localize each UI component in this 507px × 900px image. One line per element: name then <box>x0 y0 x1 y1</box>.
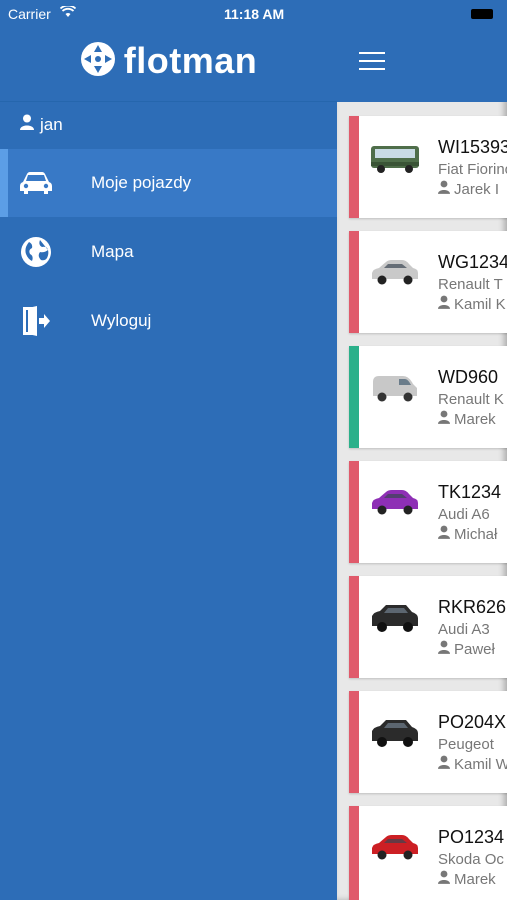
vehicle-driver: Marek <box>438 870 496 888</box>
user-icon <box>438 525 450 543</box>
menu-label: Wyloguj <box>91 311 152 330</box>
vehicle-driver: Jarek I <box>438 180 499 198</box>
vehicle-driver: Kamil K <box>438 295 506 313</box>
menu-label: Moje pojazdy <box>91 173 192 192</box>
user-icon <box>438 180 450 198</box>
user-icon <box>438 755 450 773</box>
driver-name: Marek <box>454 870 496 888</box>
driver-name: Kamil W <box>454 755 507 773</box>
logo-compass-icon <box>80 41 116 82</box>
vehicle-plate: RKR626 <box>438 597 507 617</box>
vehicle-model: Skoda Oc <box>438 851 504 868</box>
vehicle-driver: Marek <box>438 410 496 428</box>
suv-icon <box>369 715 421 751</box>
user-icon <box>438 870 450 888</box>
menu-item-mapa[interactable]: Mapa <box>0 218 337 286</box>
vehicle-list-pane: WI15393 Fiat Fiorino Jarek I WG1234 Renault … <box>337 0 507 900</box>
vehicle-plate: PO204X <box>438 712 507 732</box>
vehicle-status-indicator <box>349 231 359 333</box>
driver-name: Paweł <box>454 640 495 658</box>
current-user: jan <box>20 114 63 135</box>
car-icon <box>369 255 421 291</box>
navigation-drawer: Carrier 11:18 AM flotman jan Moje pojazd… <box>0 0 337 900</box>
status-bar: Carrier 11:18 AM <box>0 0 337 28</box>
vehicle-plate: WD960 <box>438 367 499 387</box>
bus-icon <box>369 140 421 176</box>
menu-item-wyloguj[interactable]: Wyloguj <box>0 287 337 355</box>
vehicle-model: Peugeot <box>438 736 494 753</box>
driver-name: Marek <box>454 410 496 428</box>
vehicle-driver: Kamil W <box>438 755 507 773</box>
suv-icon <box>369 600 421 636</box>
user-icon <box>438 295 450 313</box>
wifi-icon <box>59 4 77 21</box>
vehicle-status-indicator <box>349 806 359 900</box>
vehicle-status-indicator <box>349 576 359 678</box>
vehicle-model: Fiat Fiorino <box>438 161 507 178</box>
header-divider <box>0 101 337 102</box>
driver-name: Jarek I <box>454 180 500 198</box>
vehicle-plate: WG1234 <box>438 252 507 272</box>
driver-name: Kamil K <box>454 295 506 313</box>
logo-text: flotman <box>123 40 258 81</box>
user-icon <box>438 410 450 428</box>
vehicle-card[interactable]: WG1234 Renault T Kamil K <box>349 231 507 333</box>
globe-icon <box>18 234 54 270</box>
hamburger-menu-icon[interactable] <box>359 52 385 72</box>
van-icon <box>369 370 421 406</box>
vehicle-card[interactable]: WD960 Renault K Marek <box>349 346 507 448</box>
vehicle-model: Audi A3 <box>438 621 490 638</box>
vehicle-card[interactable]: WI15393 Fiat Fiorino Jarek I <box>349 116 507 218</box>
vehicle-model: Renault K <box>438 391 504 408</box>
carrier-label: Carrier <box>8 6 51 22</box>
logout-icon <box>18 303 54 339</box>
clock: 11:18 AM <box>224 6 285 22</box>
vehicle-driver: Michał <box>438 525 497 543</box>
vehicle-card[interactable]: TK1234 Audi A6 Michał <box>349 461 507 563</box>
car-icon <box>18 165 54 201</box>
vehicle-plate: PO1234 <box>438 827 505 847</box>
vehicle-plate: WI15393 <box>438 137 507 157</box>
app-logo: flotman <box>0 40 337 82</box>
status-bar <box>337 0 507 28</box>
user-name: jan <box>40 114 63 134</box>
vehicle-status-indicator <box>349 461 359 563</box>
vehicle-driver: Paweł <box>438 640 495 658</box>
active-indicator <box>0 149 8 217</box>
vehicle-status-indicator <box>349 691 359 793</box>
vehicle-card[interactable]: RKR626 Audi A3 Paweł <box>349 576 507 678</box>
vehicle-model: Renault T <box>438 276 503 293</box>
car-icon <box>369 830 421 866</box>
driver-name: Michał <box>454 525 498 543</box>
vehicle-status-indicator <box>349 346 359 448</box>
user-icon <box>20 114 34 135</box>
vehicle-card[interactable]: PO204X Peugeot Kamil W <box>349 691 507 793</box>
top-navbar <box>337 28 507 102</box>
menu-item-moje-pojazdy[interactable]: Moje pojazdy <box>0 149 337 217</box>
vehicle-plate: TK1234 <box>438 482 502 502</box>
user-icon <box>438 640 450 658</box>
vehicle-model: Audi A6 <box>438 506 490 523</box>
menu-label: Mapa <box>91 242 134 261</box>
car-icon <box>369 485 421 521</box>
vehicle-status-indicator <box>349 116 359 218</box>
vehicle-card[interactable]: PO1234 Skoda Oc Marek <box>349 806 507 900</box>
battery-icon <box>471 9 493 19</box>
